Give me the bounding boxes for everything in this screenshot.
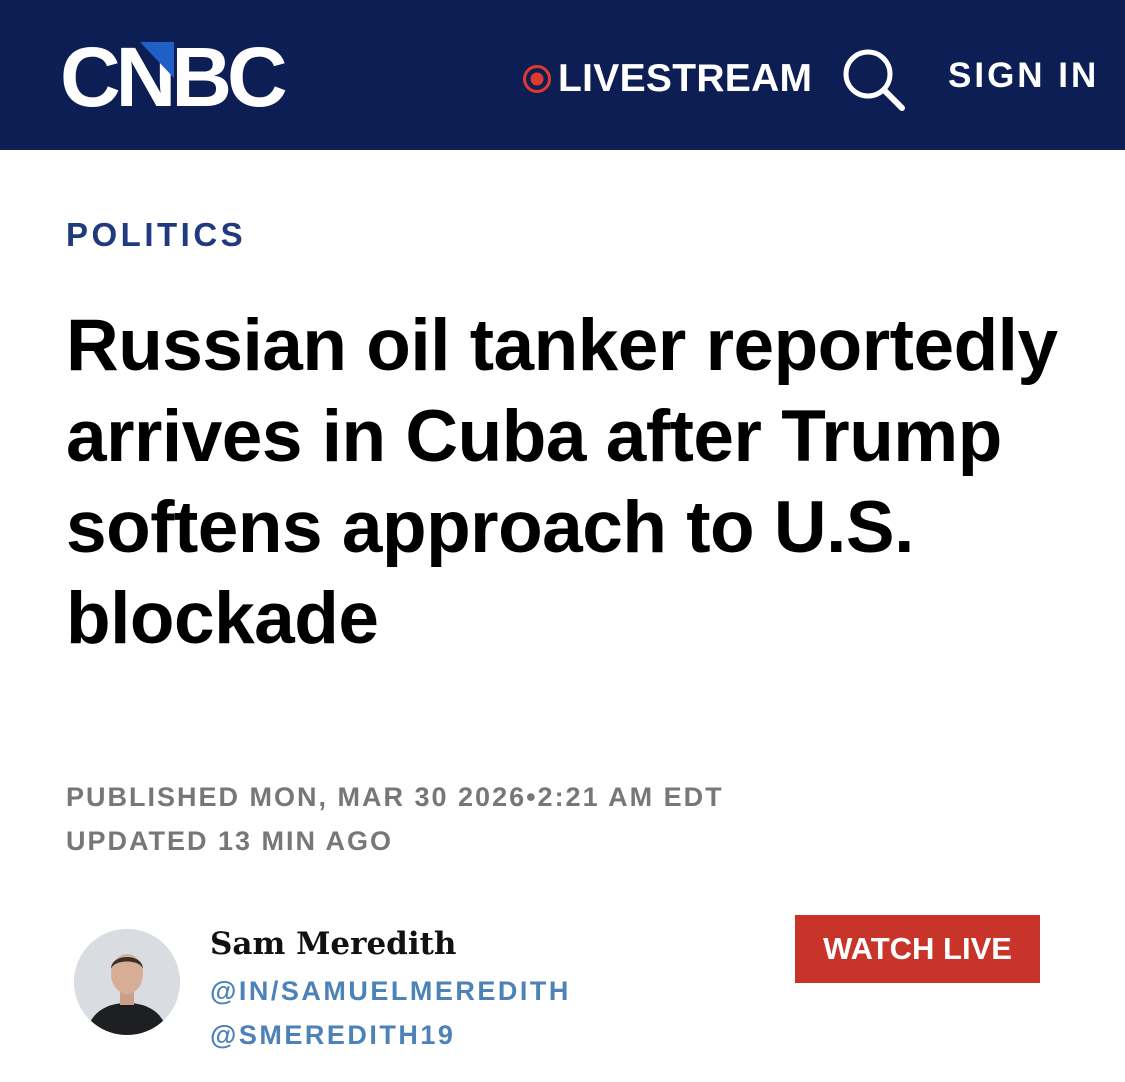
sign-in-link[interactable]: SIGN IN — [948, 56, 1099, 96]
author-photo — [74, 929, 180, 1035]
search-icon[interactable] — [840, 46, 906, 112]
author-avatar[interactable] — [74, 929, 180, 1035]
updated-timestamp: UPDATED 13 MIN AGO — [66, 826, 394, 856]
cnbc-logo[interactable]: CNBC — [60, 38, 286, 114]
livestream-link[interactable]: LIVESTREAM — [522, 54, 812, 104]
author-twitter-handle[interactable]: @SMEREDITH19 — [210, 1020, 455, 1051]
author-name[interactable]: Sam Meredith — [210, 926, 456, 962]
author-linkedin-handle[interactable]: @IN/SAMUELMEREDITH — [210, 976, 571, 1007]
live-dot-icon — [523, 65, 551, 93]
livestream-label: LIVESTREAM — [558, 57, 813, 100]
section-label[interactable]: POLITICS — [66, 216, 246, 254]
site-header: CNBC LIVESTREAM SIGN IN — [0, 0, 1125, 150]
article-headline: Russian oil tanker reportedly arrives in… — [66, 305, 1058, 659]
watch-live-button[interactable]: WATCH LIVE — [795, 915, 1040, 983]
published-timestamp: PUBLISHED MON, MAR 30 2026•2:21 AM EDT — [66, 782, 724, 812]
